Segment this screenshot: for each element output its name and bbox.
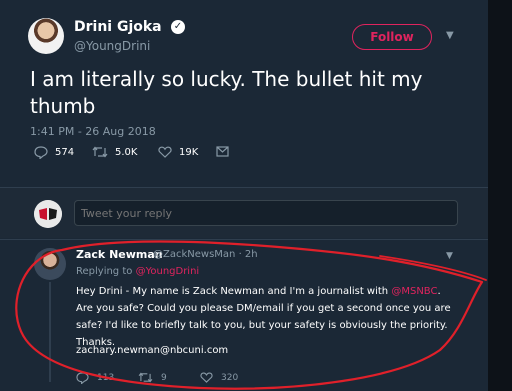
retweet-count: 9: [161, 372, 167, 383]
like-icon: [200, 372, 213, 383]
retweet-icon: [138, 372, 153, 383]
background-edge: [488, 0, 512, 391]
message-action[interactable]: [216, 146, 236, 157]
chevron-down-icon[interactable]: ▼: [446, 251, 453, 261]
reply-text-part1: Hey Drini - My name is Zack Newman and I…: [76, 286, 389, 297]
tweet-text: I am literally so lucky. The bullet hit …: [30, 67, 423, 118]
like-count: 19K: [179, 146, 199, 158]
replying-to: Replying to @YoungDrini: [76, 266, 199, 277]
reply-input[interactable]: [74, 200, 458, 226]
retweet-icon: [92, 146, 108, 158]
chevron-down-icon[interactable]: ▼: [446, 30, 454, 41]
reply-email: zachary.newman@nbcuni.com: [76, 345, 229, 356]
reply-action[interactable]: 574: [34, 146, 74, 159]
like-action[interactable]: 320: [200, 372, 238, 383]
replying-prefix: Replying to: [76, 266, 133, 277]
reply-author-name[interactable]: Zack Newman: [76, 248, 163, 261]
current-user-avatar: [34, 200, 62, 228]
retweet-action[interactable]: 5.0K: [92, 146, 137, 158]
reply-author-handle-time[interactable]: @ZackNewsMan · 2h: [153, 249, 258, 260]
reply-text: Hey Drini - My name is Zack Newman and I…: [76, 283, 456, 351]
like-count: 320: [221, 372, 239, 383]
replying-to-link[interactable]: @YoungDrini: [136, 266, 200, 277]
verified-icon: ✓: [171, 20, 185, 34]
reply-count: 574: [55, 147, 75, 158]
mention-link[interactable]: @MSNBC: [391, 286, 437, 297]
tweet-actions: 574 5.0K 19K: [30, 146, 270, 164]
reply-action[interactable]: 113: [76, 372, 114, 384]
author-name[interactable]: Drini Gjoka: [74, 19, 162, 35]
avatar-image: [34, 200, 62, 228]
author-handle[interactable]: @YoungDrini: [74, 39, 150, 53]
reply-actions: 113 9 320: [76, 372, 326, 388]
tweet-timestamp[interactable]: 1:41 PM - 26 Aug 2018: [30, 125, 156, 138]
reply-author-handle[interactable]: @ZackNewsMan: [153, 249, 235, 260]
retweet-action[interactable]: 9: [138, 372, 167, 383]
reply-time[interactable]: · 2h: [239, 249, 258, 260]
like-icon: [158, 146, 172, 158]
reply-avatar[interactable]: [34, 248, 66, 280]
reply-icon: [76, 372, 89, 384]
reply-count: 113: [97, 373, 115, 383]
follow-button[interactable]: Follow: [352, 24, 432, 50]
tweet-detail-card: Drini Gjoka ✓ @YoungDrini Follow ▼ I am …: [0, 0, 488, 391]
reply-icon: [34, 146, 48, 159]
message-icon: [216, 146, 229, 157]
avatar[interactable]: [28, 18, 64, 54]
divider: [0, 239, 488, 240]
like-action[interactable]: 19K: [158, 146, 198, 158]
retweet-count: 5.0K: [115, 146, 138, 158]
thread-line: [49, 282, 51, 382]
